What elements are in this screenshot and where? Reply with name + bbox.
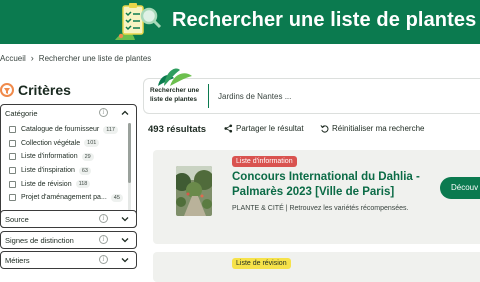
checkbox[interactable] (9, 153, 16, 161)
category-tag: Liste d'information (232, 156, 297, 167)
source-filter-label: Source (5, 214, 29, 224)
category-option-label: Liste d'inspiration (21, 167, 75, 175)
category-option[interactable]: Liste d'information 29 (9, 150, 136, 164)
breadcrumb-current: Rechercher une liste de plantes (38, 53, 152, 63)
results-count: 493 résultats (148, 124, 207, 135)
count-badge: 45 (110, 193, 123, 202)
info-icon[interactable]: i (99, 214, 108, 223)
checkbox[interactable] (9, 180, 16, 188)
checkbox[interactable] (9, 167, 16, 175)
category-option[interactable]: Collection végétale 101 (9, 137, 136, 151)
category-option-label: Liste d'information (21, 153, 78, 161)
count-badge: 117 (103, 125, 118, 134)
category-filter-header[interactable]: Catégorie i (1, 105, 136, 121)
search-label: Rechercher une liste de plantes (150, 87, 200, 103)
source-filter-header[interactable]: Source i (1, 211, 136, 227)
checklist-magnifier-icon (115, 3, 162, 40)
info-icon[interactable]: i (99, 235, 108, 244)
chevron-down-icon[interactable] (120, 255, 130, 265)
reset-search-button[interactable]: Réinitialiser ma recherche (320, 124, 424, 133)
criteria-title: Critères (18, 82, 71, 98)
distinction-filter-header[interactable]: Signes de distinction i (1, 232, 136, 248)
category-option-label: Liste de révision (21, 180, 72, 188)
header-banner: Rechercher une liste de plantes (0, 0, 480, 44)
jobs-filter-header[interactable]: Métiers i (1, 252, 136, 268)
checkbox[interactable] (9, 194, 16, 202)
share-icon (224, 124, 233, 133)
count-badge: 63 (78, 166, 91, 175)
count-badge: 101 (84, 139, 100, 148)
scrollbar-thumb[interactable] (128, 123, 131, 183)
chevron-down-icon[interactable] (120, 235, 130, 245)
category-option-label: Projet d'aménagement pa... (21, 194, 107, 202)
reset-icon (320, 125, 329, 133)
distinction-filter-label: Signes de distinction (5, 235, 74, 245)
filter-icon (0, 83, 14, 97)
category-filter-label: Catégorie (5, 108, 38, 118)
breadcrumb: Accueil › Rechercher une liste de plante… (0, 51, 151, 65)
checkbox[interactable] (9, 126, 16, 134)
result-description: PLANTE & CITÉ | Retrouvez les variétés r… (232, 205, 409, 212)
result-thumbnail[interactable] (176, 166, 212, 216)
breadcrumb-separator: › (30, 53, 34, 63)
chevron-down-icon[interactable] (120, 214, 130, 224)
breadcrumb-home-link[interactable]: Accueil (0, 54, 26, 63)
result-title[interactable]: Concours International du Dahlia - Palma… (232, 170, 432, 199)
share-button[interactable]: Partager le résultat (224, 124, 304, 133)
leaves-icon (158, 68, 192, 86)
share-label: Partager le résultat (236, 124, 304, 133)
category-list: Catalogue de fournisseur 117 Collection … (1, 121, 136, 209)
count-badge: 118 (75, 180, 91, 189)
jobs-filter-panel[interactable]: Métiers i (0, 251, 137, 269)
search-divider (208, 84, 209, 108)
count-badge: 29 (81, 152, 94, 161)
category-tag: Liste de révision (232, 258, 291, 269)
category-option[interactable]: Liste d'inspiration 63 (9, 164, 136, 178)
discover-button[interactable]: Découv (440, 177, 480, 199)
category-option-label: Catalogue de fournisseur (21, 126, 100, 134)
result-card[interactable] (153, 252, 480, 282)
jobs-filter-label: Métiers (5, 255, 30, 265)
category-option[interactable]: Projet d'aménagement pa... 45 (9, 191, 136, 205)
info-icon[interactable]: i (99, 255, 108, 264)
criteria-header: Critères (0, 82, 71, 98)
category-option[interactable]: Liste de révision 118 (9, 177, 136, 191)
reset-label: Réinitialiser ma recherche (332, 124, 425, 133)
search-input[interactable] (218, 89, 468, 103)
chevron-up-icon[interactable] (120, 108, 130, 118)
category-option[interactable]: Catalogue de fournisseur 117 (9, 123, 136, 137)
source-filter-panel[interactable]: Source i (0, 210, 137, 228)
checkbox[interactable] (9, 139, 16, 147)
distinction-filter-panel[interactable]: Signes de distinction i (0, 231, 137, 249)
category-option-label: Collection végétale (21, 139, 81, 147)
info-icon[interactable]: i (99, 108, 108, 117)
page-title: Rechercher une liste de plantes (172, 9, 477, 31)
